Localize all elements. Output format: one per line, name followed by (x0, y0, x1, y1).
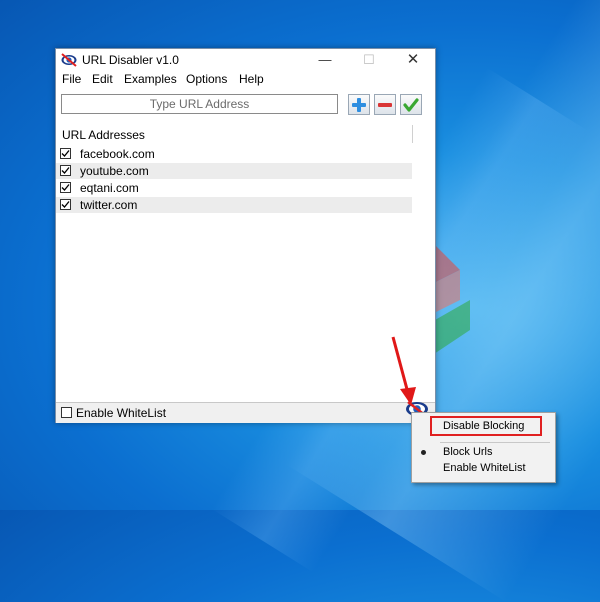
item-checkbox[interactable] (60, 165, 71, 176)
minus-icon (378, 103, 392, 107)
column-divider (412, 125, 413, 143)
confirm-button[interactable] (400, 94, 422, 115)
menu-options[interactable]: Options (186, 72, 227, 86)
whitelist-checkbox[interactable] (61, 407, 72, 418)
radio-selected-icon (421, 450, 426, 455)
menu-bar: File Edit Examples Options Help (56, 71, 435, 89)
plus-icon (352, 98, 366, 112)
red-arrow-annotation (391, 336, 416, 405)
title-bar[interactable]: URL Disabler v1.0 — ☐ ✕ (56, 49, 435, 71)
checkmark-icon (403, 98, 419, 112)
list-item[interactable]: twitter.com (56, 197, 412, 213)
list-item-label: facebook.com (80, 147, 155, 161)
menu-item-disable-blocking[interactable]: Disable Blocking (412, 416, 555, 438)
menu-item-enable-whitelist[interactable]: Enable WhiteList (412, 462, 555, 476)
check-icon (61, 167, 70, 174)
menu-help[interactable]: Help (239, 72, 264, 86)
menu-item-block-urls[interactable]: Block Urls (412, 446, 555, 460)
check-icon (61, 201, 70, 208)
menu-separator (440, 442, 550, 443)
item-checkbox[interactable] (60, 148, 71, 159)
maximize-button[interactable]: ☐ (347, 49, 391, 71)
list-item[interactable]: facebook.com (56, 146, 412, 162)
menu-examples[interactable]: Examples (124, 72, 177, 86)
status-bar: Enable WhiteList (56, 402, 435, 423)
list-item-label: eqtani.com (80, 181, 139, 195)
add-url-button[interactable] (348, 94, 370, 115)
menu-edit[interactable]: Edit (92, 72, 113, 86)
check-icon (61, 184, 70, 191)
check-icon (61, 150, 70, 157)
close-button[interactable]: ✕ (391, 49, 435, 71)
list-item[interactable]: eqtani.com (56, 180, 412, 196)
menu-item-label: Disable Blocking (443, 420, 525, 432)
tray-context-menu: Disable Blocking Block Urls Enable White… (411, 412, 556, 483)
app-window: URL Disabler v1.0 — ☐ ✕ File Edit Exampl… (55, 48, 436, 423)
item-checkbox[interactable] (60, 182, 71, 193)
menu-item-label: Block Urls (443, 446, 493, 458)
url-input[interactable] (61, 94, 338, 114)
item-checkbox[interactable] (60, 199, 71, 210)
list-item-label: youtube.com (80, 164, 149, 178)
menu-file[interactable]: File (62, 72, 81, 86)
list-item-label: twitter.com (80, 198, 138, 212)
list-item[interactable]: youtube.com (56, 163, 412, 179)
menu-item-label: Enable WhiteList (443, 462, 526, 474)
window-title: URL Disabler v1.0 (82, 53, 179, 67)
list-column-header: URL Addresses (62, 128, 145, 142)
whitelist-label[interactable]: Enable WhiteList (76, 406, 166, 420)
minimize-button[interactable]: — (303, 49, 347, 71)
remove-url-button[interactable] (374, 94, 396, 115)
eye-icon (61, 53, 77, 67)
